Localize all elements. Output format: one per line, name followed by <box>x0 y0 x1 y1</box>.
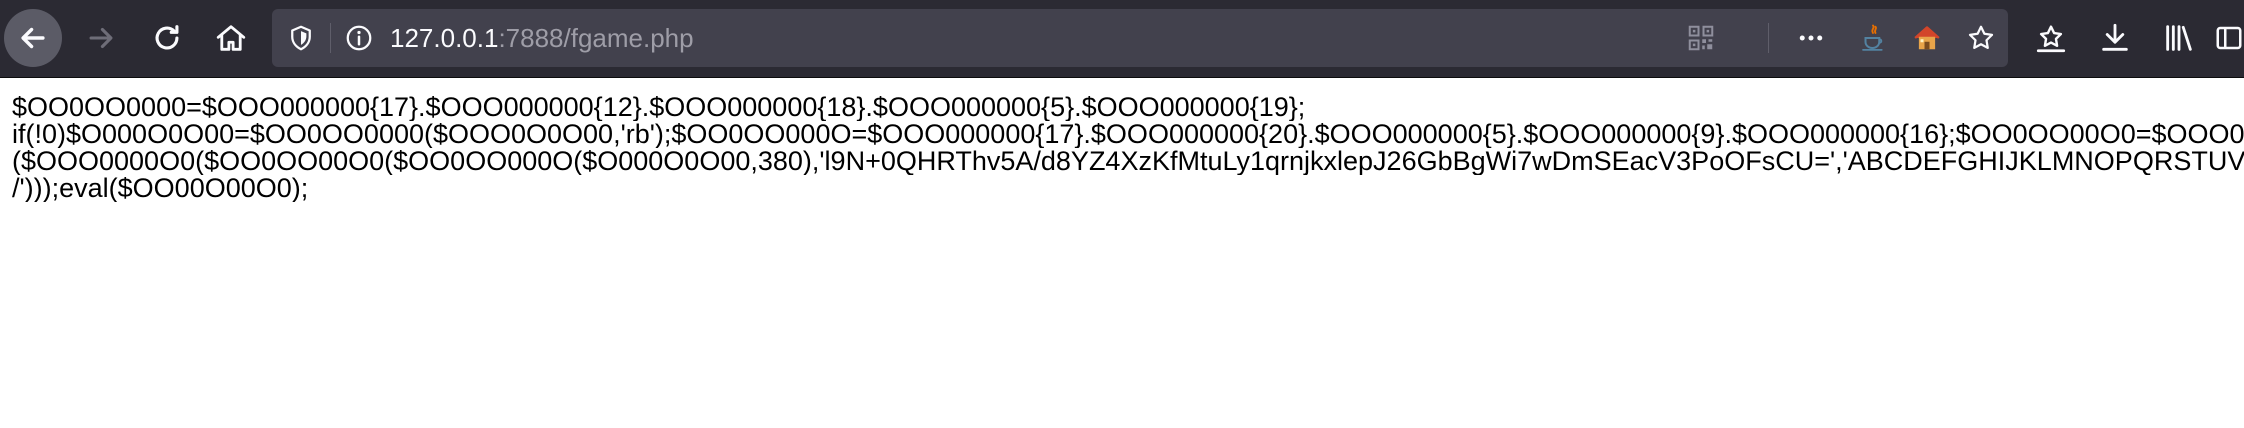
home-button[interactable] <box>202 9 260 67</box>
reload-button[interactable] <box>138 9 196 67</box>
home-extension-icon[interactable] <box>1910 21 1944 55</box>
url-separator-right <box>1768 23 1769 53</box>
download-icon <box>2102 23 2128 51</box>
code-line-1: $OO0OO0000=$OOO000000{17}.$OOO000000{12}… <box>12 94 1306 121</box>
downloads-button[interactable] <box>2086 9 2144 67</box>
library-button[interactable] <box>2150 9 2208 67</box>
code-line-2: if(!0)$O000O0O00=$OO0OO0000($OOO0O0O00,'… <box>12 121 2244 148</box>
page-content: $OO0OO0000=$OOO000000{17}.$OOO000000{12}… <box>12 94 2244 202</box>
arrow-left-icon <box>21 27 45 49</box>
qr-code-icon[interactable] <box>1684 21 1718 55</box>
tracking-shield-icon[interactable] <box>284 21 318 55</box>
star-icon[interactable] <box>1964 21 1998 55</box>
code-line-3: ($OOO0000O0($OO0OO00O0($OO0OO000O($O000O… <box>12 148 2244 175</box>
forward-button[interactable] <box>72 9 130 67</box>
ellipsis-icon[interactable] <box>1794 21 1828 55</box>
reload-icon <box>155 25 179 50</box>
sidebar-icon <box>2216 26 2242 50</box>
home-icon <box>216 25 246 51</box>
url-host: 127.0.0.1 <box>390 23 499 53</box>
arrow-right-icon <box>89 27 113 49</box>
code-line-4: /')));eval($OO00O00O0); <box>12 175 309 202</box>
library-icon <box>2166 25 2192 51</box>
bookmarks-button[interactable] <box>2022 9 2080 67</box>
browser-toolbar: 127.0.0.1:7888/fgame.php <box>0 0 2244 78</box>
url-path: :7888/fgame.php <box>498 23 694 53</box>
url-separator <box>330 23 331 53</box>
info-icon[interactable] <box>342 21 376 55</box>
url-text[interactable]: 127.0.0.1:7888/fgame.php <box>390 9 694 67</box>
java-extension-icon[interactable] <box>1856 21 1890 55</box>
back-button[interactable] <box>4 9 62 67</box>
url-bar[interactable]: 127.0.0.1:7888/fgame.php <box>272 9 2008 67</box>
bookmark-star-icon <box>2036 25 2066 53</box>
sidebar-button[interactable] <box>2214 9 2244 67</box>
